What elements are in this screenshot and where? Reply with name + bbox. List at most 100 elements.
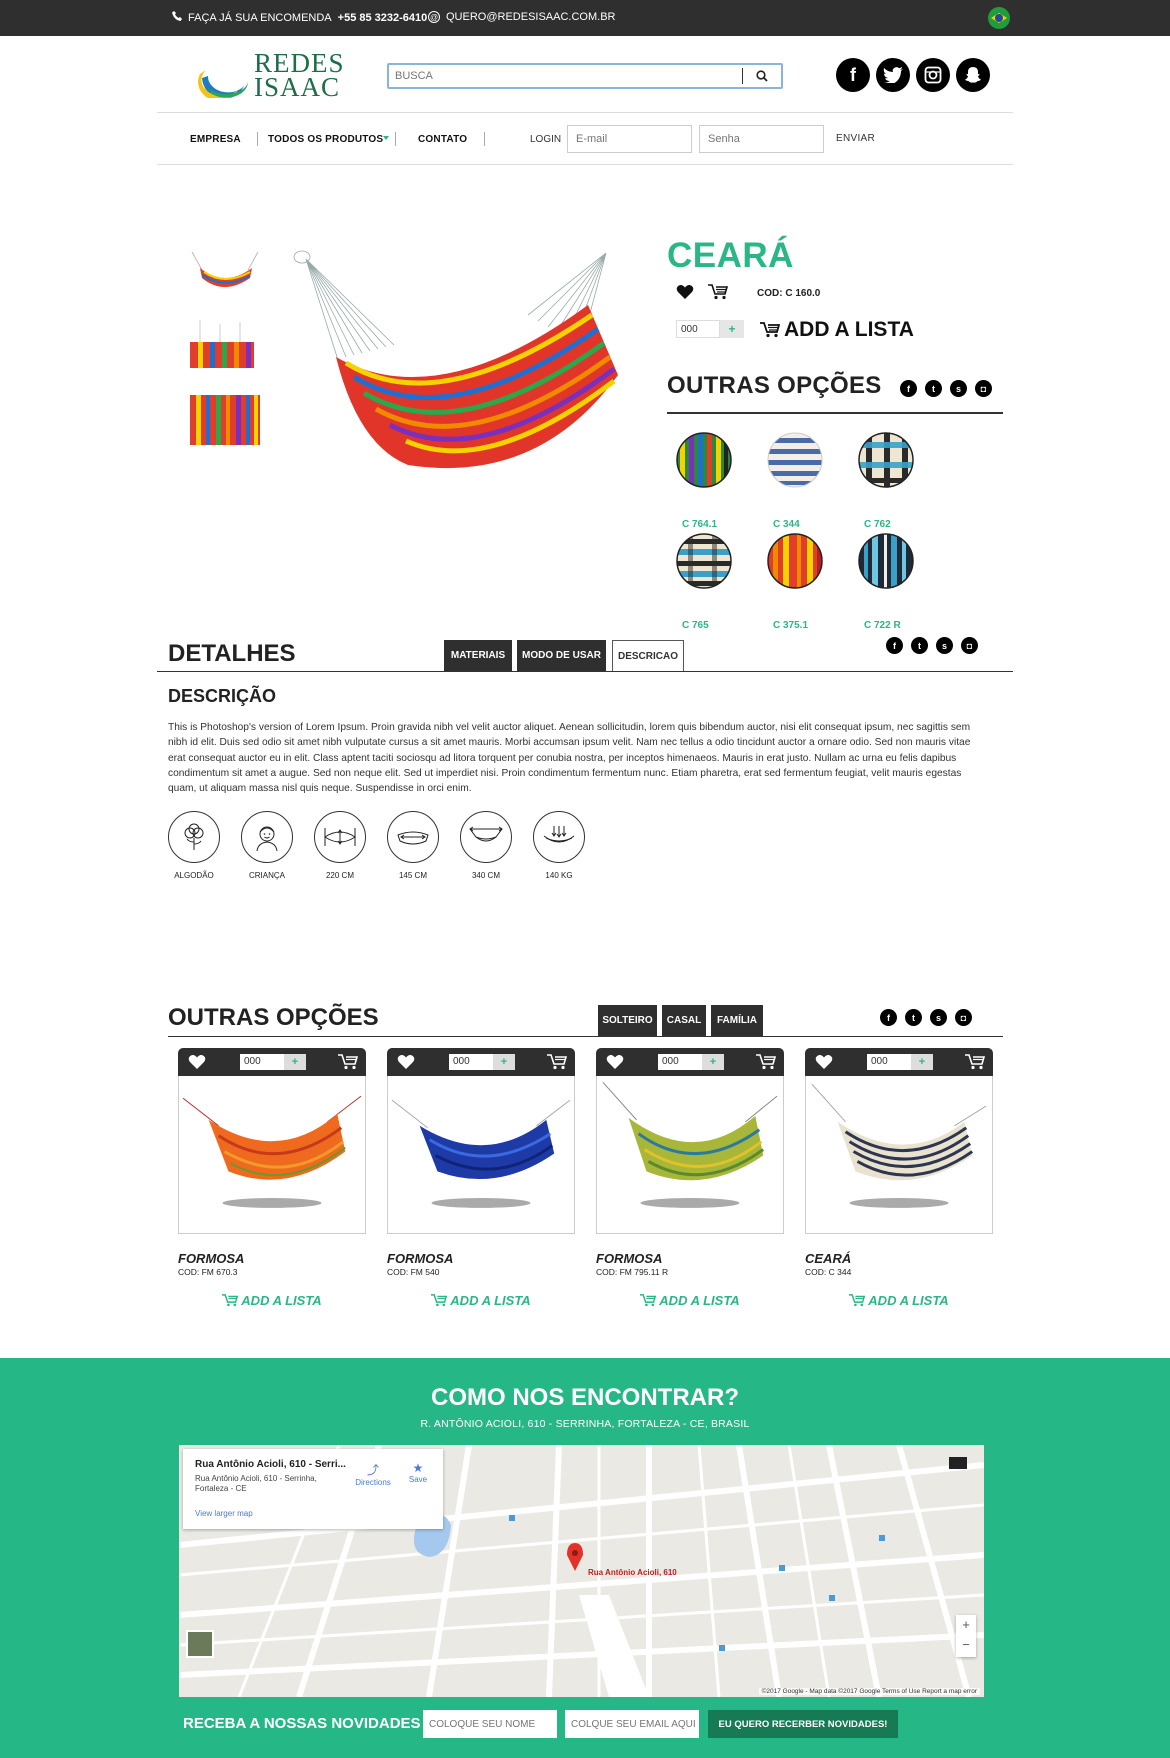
zoom-in-button[interactable]: + — [956, 1615, 976, 1635]
logo[interactable]: REDES ISAAC — [198, 48, 348, 102]
description-text: This is Photoshop's version of Lorem Ips… — [168, 722, 971, 795]
option-swatch[interactable]: C 764.1 — [676, 432, 736, 530]
quantity-input[interactable]: 000 — [658, 1054, 702, 1070]
quantity-input[interactable]: 000 — [240, 1054, 284, 1070]
cart-icon[interactable] — [965, 1054, 985, 1070]
option-swatch[interactable]: C 765 — [676, 533, 736, 631]
nav-empresa[interactable]: EMPRESA — [190, 134, 241, 145]
instagram-icon[interactable]: ◘ — [955, 1009, 972, 1026]
facebook-icon[interactable]: f — [886, 637, 903, 654]
twitter-icon[interactable] — [876, 58, 910, 92]
quantity-plus-button[interactable]: + — [702, 1054, 724, 1070]
map-save-button[interactable]: ★ Save — [403, 1461, 433, 1484]
instagram-icon[interactable]: ◘ — [975, 380, 992, 397]
phone-info: FAÇA JÁ SUA ENCOMENDA +55 85 3232-6410 — [172, 11, 427, 24]
facebook-icon[interactable]: f — [900, 380, 917, 397]
heart-icon[interactable] — [606, 1054, 624, 1070]
facebook-icon[interactable]: f — [880, 1009, 897, 1026]
child-icon — [241, 811, 293, 863]
chevron-down-icon[interactable] — [383, 136, 389, 140]
twitter-icon[interactable]: t — [925, 380, 942, 397]
quantity-input[interactable]: 000 — [676, 320, 720, 338]
cart-icon[interactable] — [547, 1054, 567, 1070]
product-card[interactable]: 000 + FORMOSA COD: FM 540 ADD A LISTA — [387, 1048, 575, 1308]
product-code: COD: C 160.0 — [757, 288, 821, 299]
map-info-window: Rua Antônio Acioli, 610 - Serri... Rua A… — [183, 1449, 443, 1529]
newsletter-heading: RECEBA A NOSSAS NOVIDADES — [183, 1715, 421, 1732]
search-box — [387, 63, 783, 89]
heart-icon[interactable] — [397, 1054, 415, 1070]
tab-materiais[interactable]: MATERIAIS — [444, 640, 512, 671]
heart-icon[interactable] — [676, 284, 694, 300]
product-name[interactable]: FORMOSA — [387, 1251, 575, 1266]
quantity-stepper: 000 + — [240, 1054, 306, 1070]
login-email-field[interactable] — [567, 125, 692, 153]
login-submit-button[interactable]: ENVIAR — [836, 133, 875, 144]
tab-solteiro[interactable]: SOLTEIRO — [598, 1005, 657, 1036]
add-to-list-button[interactable]: ADD A LISTA — [596, 1293, 784, 1308]
product-image — [596, 1076, 784, 1234]
phone-number[interactable]: +55 85 3232-6410 — [338, 12, 428, 24]
snapchat-icon[interactable]: s — [950, 380, 967, 397]
cart-icon[interactable] — [708, 284, 728, 300]
product-thumbnail-3[interactable] — [190, 395, 260, 445]
add-to-list-button[interactable]: ADD A LISTA — [387, 1293, 575, 1308]
add-to-list-button[interactable]: ADD A LISTA — [805, 1293, 993, 1308]
map-larger-link[interactable]: View larger map — [195, 1509, 253, 1518]
facebook-icon[interactable]: f — [836, 58, 870, 92]
twitter-icon[interactable]: t — [911, 637, 928, 654]
twitter-icon[interactable]: t — [905, 1009, 922, 1026]
nav-separator — [395, 132, 396, 146]
product-name[interactable]: CEARÁ — [805, 1251, 993, 1266]
quantity-input[interactable]: 000 — [867, 1054, 911, 1070]
login-password-field[interactable] — [699, 125, 824, 153]
product-card[interactable]: 000 + FORMOSA COD: FM 795.11 R ADD A LIST… — [596, 1048, 784, 1308]
product-card[interactable]: 000 + FORMOSA COD: FM 670.3 ADD A LISTA — [178, 1048, 366, 1308]
at-icon: @ — [428, 11, 440, 23]
quantity-plus-button[interactable]: + — [493, 1054, 515, 1070]
location-map[interactable]: Rua Antônio Acioli, 610 - Serri... Rua A… — [179, 1445, 984, 1697]
map-zoom-control: + − — [956, 1615, 976, 1657]
contact-email[interactable]: QUERO@REDESISAAC.COM.BR — [446, 11, 615, 23]
add-to-list-button[interactable]: ADD A LISTA — [178, 1293, 366, 1308]
product-card[interactable]: 000 + CEARÁ COD: C 344 ADD A LISTA — [805, 1048, 993, 1308]
instagram-icon[interactable]: ◘ — [961, 637, 978, 654]
zoom-out-button[interactable]: − — [956, 1635, 976, 1655]
newsletter-name-field[interactable] — [423, 1710, 557, 1738]
tab-descricao[interactable]: DESCRICAO — [612, 640, 684, 672]
nav-contato[interactable]: CONTATO — [418, 134, 467, 145]
tab-familia[interactable]: FAMÍLIA — [711, 1005, 763, 1036]
cart-icon[interactable] — [338, 1054, 358, 1070]
snapchat-icon[interactable]: s — [930, 1009, 947, 1026]
search-input[interactable] — [395, 67, 715, 85]
search-button[interactable] — [747, 67, 777, 85]
add-to-list-button[interactable]: ADD A LISTA — [760, 318, 914, 342]
product-thumbnail-2[interactable] — [190, 320, 260, 370]
option-swatch[interactable]: C 722 R — [858, 533, 918, 631]
product-name[interactable]: FORMOSA — [596, 1251, 784, 1266]
newsletter-submit-button[interactable]: EU QUERO RECERBER NOVIDADES! — [708, 1710, 898, 1738]
find-us-heading: COMO NOS ENCONTRAR? — [431, 1384, 739, 1411]
product-thumbnail-1[interactable] — [190, 248, 260, 298]
quantity-plus-button[interactable]: + — [720, 320, 744, 338]
map-directions-button[interactable]: ⤴ Directions — [353, 1461, 393, 1487]
heart-icon[interactable] — [188, 1054, 206, 1070]
nav-todos-os-produtos[interactable]: TODOS OS PRODUTOS — [268, 134, 383, 145]
quantity-plus-button[interactable]: + — [911, 1054, 933, 1070]
quantity-input[interactable]: 000 — [449, 1054, 493, 1070]
nav-separator — [484, 132, 485, 146]
cart-icon[interactable] — [756, 1054, 776, 1070]
snapchat-icon[interactable]: s — [936, 637, 953, 654]
option-swatch[interactable]: C 375.1 — [767, 533, 827, 631]
tab-modo-de-usar[interactable]: MODO DE USAR — [517, 640, 606, 671]
instagram-icon[interactable] — [916, 58, 950, 92]
heart-icon[interactable] — [815, 1054, 833, 1070]
snapchat-icon[interactable] — [956, 58, 990, 92]
tab-casal[interactable]: CASAL — [662, 1005, 706, 1036]
brazil-flag-icon[interactable] — [988, 7, 1010, 29]
option-swatch[interactable]: C 344 — [767, 432, 827, 530]
product-name[interactable]: FORMOSA — [178, 1251, 366, 1266]
quantity-plus-button[interactable]: + — [284, 1054, 306, 1070]
newsletter-email-field[interactable] — [565, 1710, 699, 1738]
option-swatch[interactable]: C 762 — [858, 432, 918, 530]
